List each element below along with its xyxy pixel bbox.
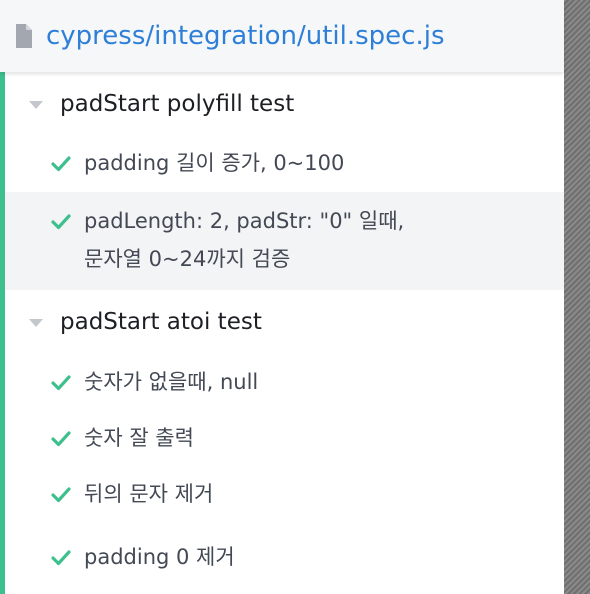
test-row[interactable]: padding 0 제거 (5, 528, 564, 588)
test-title: padding 0 제거 (84, 545, 235, 569)
test-row[interactable]: padding 길이 증가, 0~100 (5, 138, 564, 192)
test-title-line: 문자열 0~24까지 검증 (84, 247, 291, 271)
checkmark-icon (51, 375, 71, 391)
spec-runner-panel: cypress/integration/util.spec.js padStar… (0, 0, 590, 594)
test-list: padStart polyfill test padding 길이 증가, 0~… (5, 72, 564, 594)
resize-handle[interactable] (564, 0, 590, 594)
checkmark-icon (51, 214, 71, 230)
caret-down-icon[interactable] (29, 319, 43, 327)
checkmark-icon (51, 487, 71, 503)
test-title: 숫자 잘 출력 (84, 426, 194, 450)
checkmark-icon (51, 156, 71, 172)
test-title: 뒤의 문자 제거 (84, 482, 214, 506)
test-title: 숫자가 없을때, null (84, 370, 259, 394)
checkmark-icon (51, 550, 71, 566)
suite-title: padStart polyfill test (60, 91, 295, 117)
checkmark-icon (51, 431, 71, 447)
suite-row[interactable]: padStart atoi test (5, 290, 564, 356)
caret-down-icon[interactable] (29, 101, 43, 109)
spec-header: cypress/integration/util.spec.js (0, 0, 564, 72)
test-row[interactable]: 숫자 잘 출력 (5, 412, 564, 468)
test-row[interactable]: 뒤의 문자 제거 (5, 468, 564, 528)
test-title: padding 길이 증가, 0~100 (84, 151, 345, 175)
test-row[interactable]: padLength: 2, padStr: "0" 일때, 문자열 0~24까지… (5, 192, 564, 290)
suite-title: padStart atoi test (60, 309, 262, 335)
spec-file-link[interactable]: cypress/integration/util.spec.js (46, 18, 445, 54)
test-title-line: padLength: 2, padStr: "0" 일때, (84, 209, 405, 233)
file-icon (16, 24, 32, 48)
suite-row[interactable]: padStart polyfill test (5, 72, 564, 138)
test-row[interactable]: 숫자가 없을때, null (5, 356, 564, 412)
